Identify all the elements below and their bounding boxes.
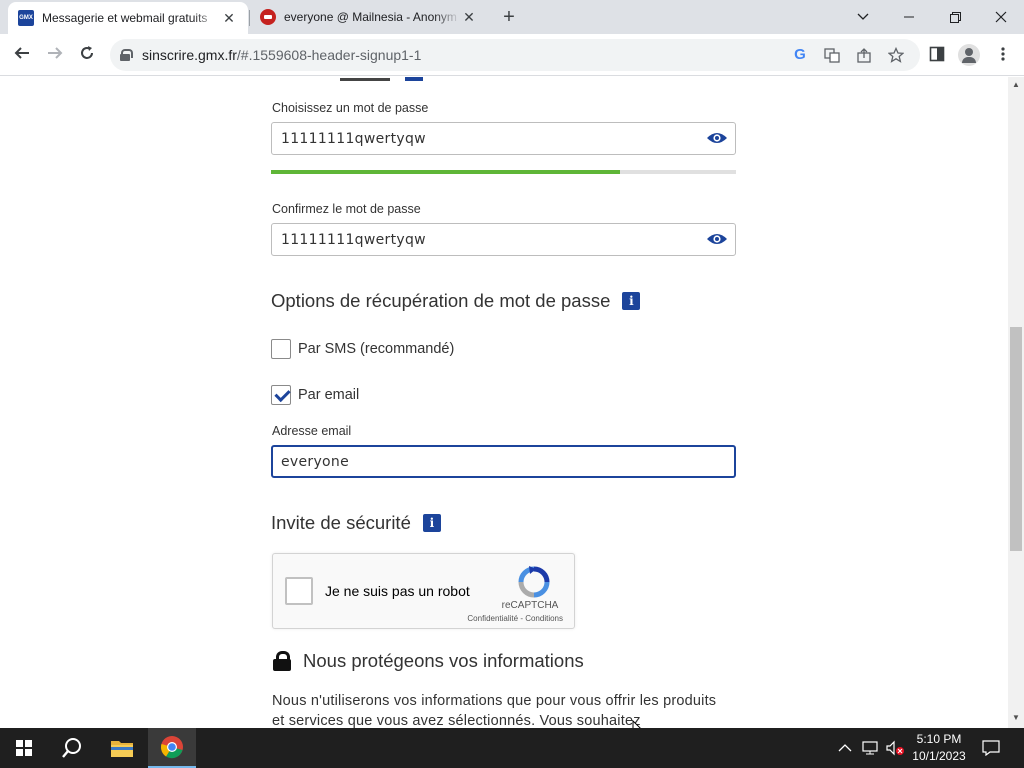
recaptcha-widget: Je ne suis pas un robot reCAPTCHA Confid… — [272, 553, 575, 629]
back-arrow-icon — [14, 47, 29, 59]
tab-title: everyone @ Mailnesia - Anonym — [284, 10, 457, 24]
page-scrollbar[interactable]: ▲ ▼ — [1008, 77, 1024, 728]
network-icon[interactable] — [862, 728, 880, 768]
email-address-label: Adresse email — [272, 424, 352, 438]
info-icon[interactable]: i — [622, 292, 641, 310]
eye-icon[interactable] — [706, 232, 728, 246]
back-button[interactable] — [11, 44, 33, 66]
tab-strip: GMX Messagerie et webmail gratuits ✕ eve… — [0, 0, 1024, 34]
windows-taskbar: 5:10 PM 10/1/2023 — [0, 728, 1024, 768]
recovery-heading: Options de récupération de mot de passe … — [271, 290, 641, 312]
tab-mailnesia[interactable]: everyone @ Mailnesia - Anonym ✕ — [250, 0, 488, 34]
file-explorer-button[interactable] — [98, 728, 146, 768]
recaptcha-links[interactable]: Confidentialité - Conditions — [463, 614, 563, 623]
reload-button[interactable] — [76, 44, 98, 66]
translate-icon[interactable] — [824, 47, 840, 63]
recaptcha-logo-icon — [518, 566, 550, 598]
info-icon[interactable] — [405, 77, 423, 81]
password-label: Choisissez un mot de passe — [272, 101, 429, 115]
recaptcha-checkbox[interactable] — [285, 577, 313, 605]
mailnesia-icon — [260, 9, 276, 25]
protect-paragraph: Nous n'utiliserons vos informations que … — [272, 693, 717, 728]
email-option[interactable]: Par email — [271, 385, 359, 405]
profile-avatar[interactable] — [958, 44, 980, 66]
chrome-icon — [160, 736, 183, 759]
close-icon[interactable]: ✕ — [220, 10, 238, 27]
strength-fill — [271, 170, 620, 174]
reload-icon — [81, 46, 93, 59]
search-button[interactable] — [48, 728, 96, 768]
address-bar[interactable]: sinscrire.gmx.fr/#.1559608-header-signup… — [110, 39, 920, 71]
tab-gmx[interactable]: GMX Messagerie et webmail gratuits ✕ — [8, 2, 248, 34]
scroll-down-icon[interactable]: ▼ — [1012, 713, 1020, 722]
browser-toolbar: sinscrire.gmx.fr/#.1559608-header-signup… — [0, 34, 1024, 76]
google-icon[interactable]: G — [792, 47, 808, 63]
confirm-password-label: Confirmez le mot de passe — [272, 202, 421, 216]
cut-off-heading — [340, 77, 390, 81]
confirm-password-field[interactable]: 11111111qwertyqw — [271, 223, 736, 256]
search-icon — [62, 738, 81, 758]
email-address-field[interactable]: everyone — [271, 445, 736, 478]
windows-icon — [16, 740, 32, 756]
chevron-down-icon — [857, 13, 869, 20]
protect-heading: Nous protégeons vos informations — [273, 650, 584, 672]
tab-title: Messagerie et webmail gratuits — [42, 11, 208, 25]
chevron-up-icon — [838, 744, 852, 752]
mouse-cursor-icon — [632, 720, 641, 728]
volume-muted-icon[interactable] — [886, 728, 906, 768]
folder-icon — [111, 741, 133, 757]
sms-checkbox[interactable] — [271, 339, 291, 359]
minimize-icon — [904, 16, 914, 18]
scroll-up-icon[interactable]: ▲ — [1012, 80, 1020, 89]
lock-icon — [273, 651, 291, 671]
url-text[interactable]: sinscrire.gmx.fr/#.1559608-header-signup… — [142, 47, 421, 63]
restore-icon — [949, 11, 961, 23]
restore-button[interactable] — [932, 0, 978, 34]
close-window-button[interactable] — [978, 0, 1024, 34]
password-field[interactable]: 11111111qwertyqw — [271, 122, 736, 155]
tab-search-button[interactable] — [840, 0, 886, 34]
recaptcha-label: Je ne suis pas un robot — [325, 583, 470, 599]
notifications-icon[interactable] — [982, 728, 1000, 768]
new-tab-button[interactable]: + — [498, 6, 520, 29]
scrollbar-thumb[interactable] — [1010, 327, 1022, 551]
info-icon[interactable]: i — [422, 514, 441, 532]
security-heading: Invite de sécurité i — [271, 512, 441, 534]
clock-date: 10/1/2023 — [912, 749, 966, 763]
menu-kebab-icon[interactable] — [994, 46, 1012, 64]
start-button[interactable] — [0, 728, 48, 768]
gmx-icon: GMX — [18, 10, 34, 26]
tray-overflow-button[interactable] — [838, 728, 852, 768]
close-icon[interactable]: ✕ — [460, 9, 478, 26]
side-panel-icon[interactable] — [928, 46, 946, 64]
eye-icon[interactable] — [706, 131, 728, 145]
page-content: Choisissez un mot de passe 11111111qwert… — [0, 77, 1008, 728]
sms-option[interactable]: Par SMS (recommandé) — [271, 339, 454, 359]
close-icon — [995, 11, 1007, 23]
minimize-button[interactable] — [886, 0, 932, 34]
bookmark-star-icon[interactable] — [887, 46, 905, 63]
email-checkbox[interactable] — [271, 385, 291, 405]
chrome-taskbar-button[interactable] — [148, 728, 196, 768]
password-strength-bar — [271, 170, 736, 174]
lock-icon[interactable] — [120, 49, 133, 61]
forward-button[interactable] — [44, 44, 66, 66]
clock-time: 5:10 PM — [916, 732, 962, 746]
recaptcha-brand: reCAPTCHA — [501, 600, 559, 611]
share-icon[interactable] — [856, 47, 872, 63]
taskbar-clock[interactable]: 5:10 PM 10/1/2023 — [905, 731, 973, 765]
forward-arrow-icon — [48, 47, 63, 59]
